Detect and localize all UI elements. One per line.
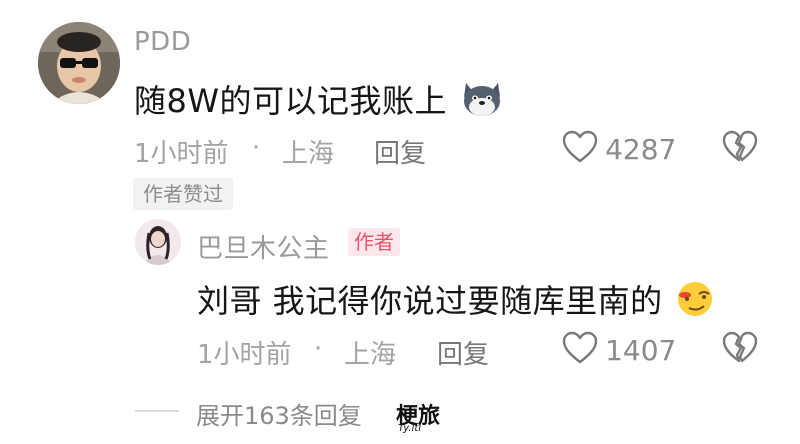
comment-content: 随8W的可以记我账上 [134, 76, 504, 127]
reply-location: 上海 [344, 340, 397, 370]
reply-button[interactable]: 回复 [374, 133, 426, 170]
reply-username[interactable]: 巴旦木公主 [197, 228, 330, 265]
like-count: 1407 [605, 333, 677, 367]
comment-location: 上海 [282, 139, 335, 169]
heart-icon [562, 130, 598, 168]
wolf-emoji-icon [460, 79, 504, 127]
comment-text: 随8W的可以记我账上 [134, 82, 448, 120]
divider [135, 410, 179, 412]
heart-icon [562, 331, 598, 369]
watermark-sub: Ty.ltl [398, 423, 422, 434]
avatar[interactable] [38, 22, 120, 104]
comment-username[interactable]: PDD [134, 27, 191, 57]
meta-separator: · [314, 334, 323, 364]
smirk-emoji-icon [673, 279, 717, 327]
expand-replies-button[interactable]: 展开163条回复 [196, 396, 362, 431]
reply-time: 1小时前 [197, 340, 292, 370]
reply-content: 刘哥 我记得你说过要随库里南的 [197, 276, 717, 327]
comment-time: 1小时前 [134, 139, 229, 169]
author-liked-tag: 作者赞过 [133, 178, 233, 210]
reply-button[interactable]: 回复 [437, 334, 489, 371]
like-count: 4287 [605, 132, 677, 166]
author-badge: 作者 [348, 228, 400, 256]
like-button[interactable]: 4287 [562, 130, 676, 168]
broken-heart-icon [722, 130, 758, 168]
dislike-button[interactable] [722, 130, 758, 168]
reply-avatar[interactable] [135, 219, 181, 265]
reply-like-button[interactable]: 1407 [562, 331, 676, 369]
reply-text: 刘哥 我记得你说过要随库里南的 [197, 282, 663, 320]
meta-separator: · [252, 133, 261, 163]
reply-dislike-button[interactable] [722, 331, 758, 369]
broken-heart-icon [722, 331, 758, 369]
